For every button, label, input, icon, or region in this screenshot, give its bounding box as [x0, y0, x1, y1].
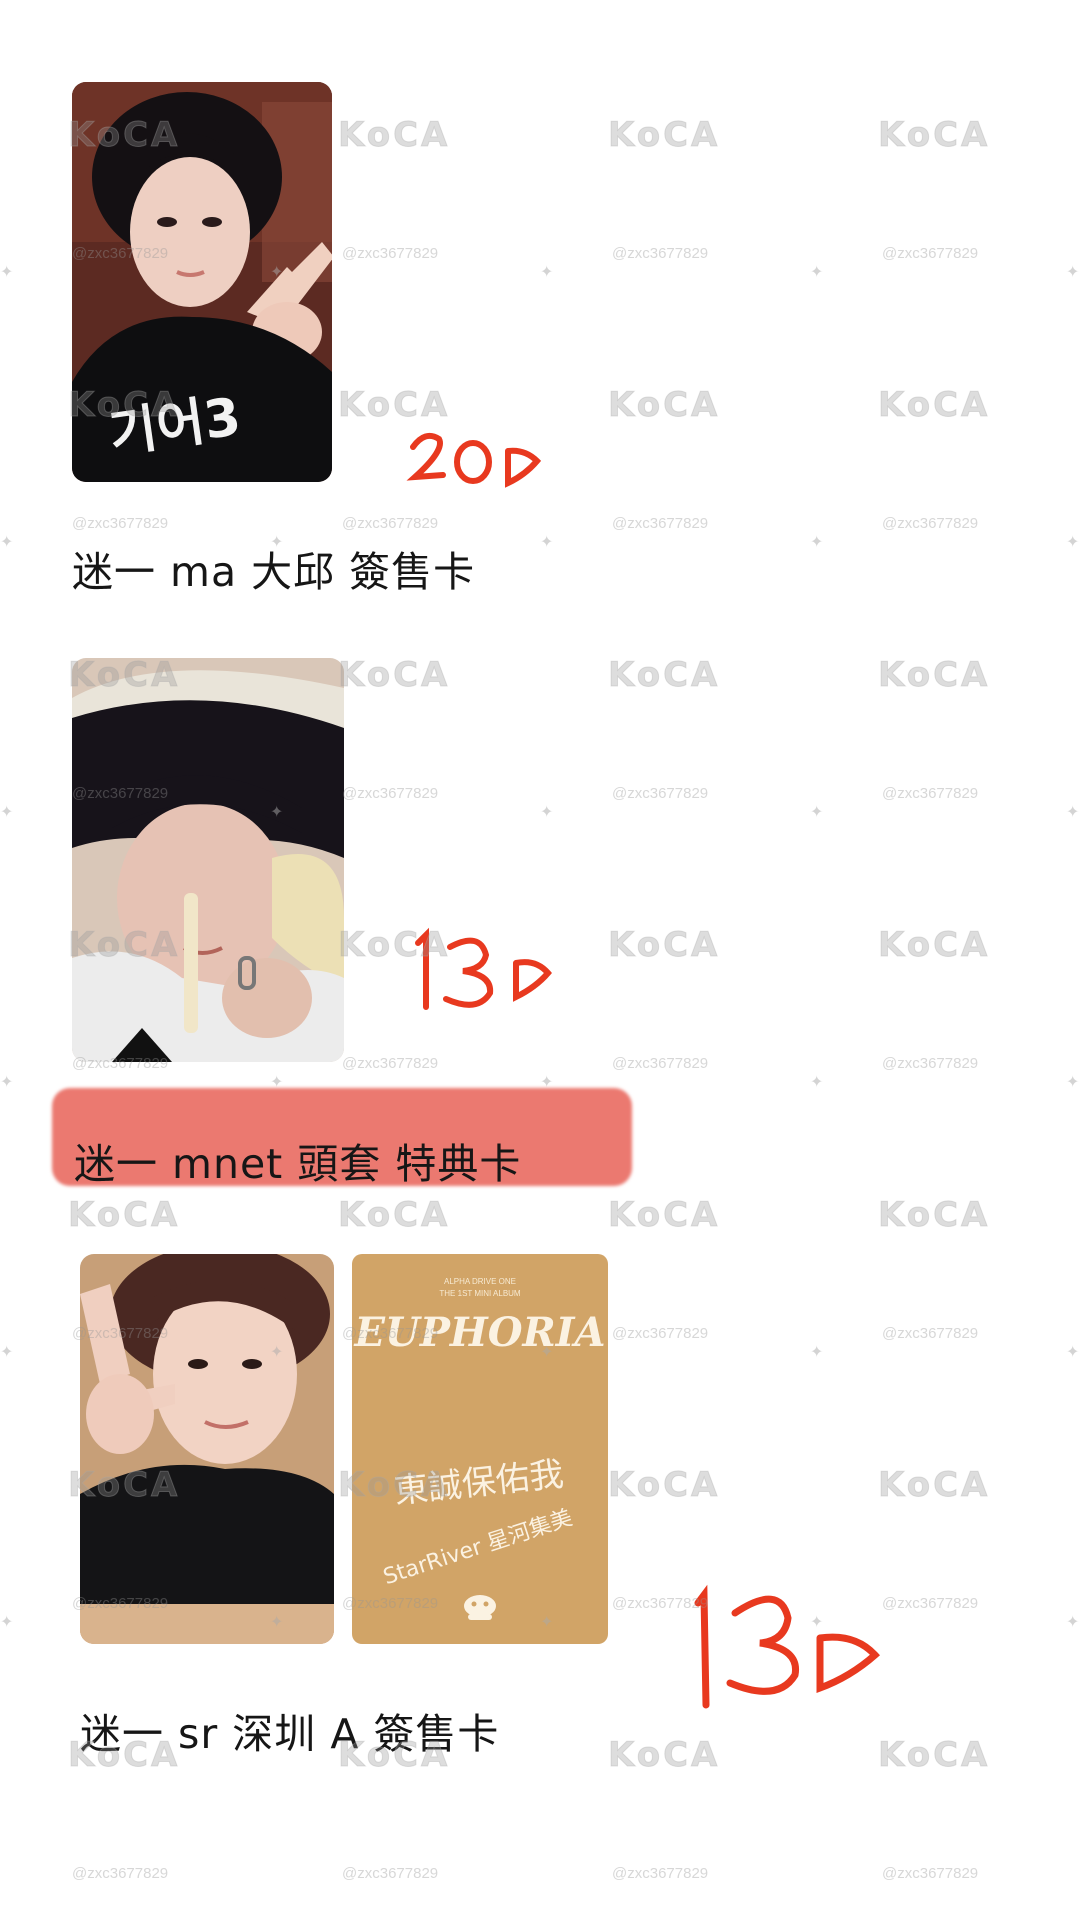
watermark-sparkle-icon: ✦ — [540, 532, 554, 551]
watermark-logo: KoCA — [337, 1195, 451, 1236]
card-back-header-2: THE 1ST MINI ALBUM — [439, 1289, 521, 1298]
watermark-username: @zxc3677829 — [612, 785, 709, 802]
watermark-sparkle-icon: ✦ — [0, 262, 14, 281]
watermark-sparkle-icon: ✦ — [1066, 532, 1080, 551]
watermark-logo: KoCA — [337, 655, 451, 696]
watermark-logo: KoCA — [877, 925, 991, 966]
watermark-username: @zxc3677829 — [72, 515, 169, 532]
watermark-username: @zxc3677829 — [342, 1055, 439, 1072]
watermark-logo: KoCA — [877, 1195, 991, 1236]
watermark-sparkle-icon: ✦ — [810, 262, 824, 281]
photocard-2-photo — [72, 658, 344, 1062]
watermark-username: @zxc3677829 — [612, 1325, 709, 1342]
watermark-sparkle-icon: ✦ — [810, 532, 824, 551]
watermark-logo: KoCA — [877, 1735, 991, 1776]
price-handwritten-3: 130 — [690, 1583, 890, 1713]
watermark-username: @zxc3677829 — [342, 245, 439, 262]
watermark-logo: KoCA — [877, 1465, 991, 1506]
watermark-logo: KoCA — [337, 115, 451, 156]
watermark-username: @zxc3677829 — [882, 785, 979, 802]
watermark-sparkle-icon: ✦ — [1066, 1072, 1080, 1091]
watermark-logo: KoCA — [607, 115, 721, 156]
watermark-sparkle-icon: ✦ — [1066, 1612, 1080, 1631]
watermark-username: @zxc3677829 — [342, 785, 439, 802]
watermark-logo: KoCA — [67, 1195, 181, 1236]
watermark-sparkle-icon: ✦ — [810, 802, 824, 821]
watermark-logo: KoCA — [877, 385, 991, 426]
watermark-logo: KoCA — [607, 925, 721, 966]
item-1-caption: 迷一 ma 大邱 簽售卡 — [72, 548, 476, 596]
watermark-logo: KoCA — [607, 1465, 721, 1506]
card-back-title: EUPHORIA — [353, 1309, 605, 1356]
watermark-logo: KoCA — [877, 655, 991, 696]
price-handwritten-2: 130 — [408, 925, 558, 1015]
watermark-username: @zxc3677829 — [342, 515, 439, 532]
watermark-username: @zxc3677829 — [612, 515, 709, 532]
watermark-sparkle-icon: ✦ — [0, 532, 14, 551]
watermark-logo: KoCA — [337, 385, 451, 426]
watermark-sparkle-icon: ✦ — [1066, 262, 1080, 281]
watermark-logo: KoCA — [607, 1195, 721, 1236]
watermark-username: @zxc3677829 — [882, 1865, 979, 1882]
watermark-sparkle-icon: ✦ — [540, 262, 554, 281]
card-back-header-1: ALPHA DRIVE ONE — [444, 1277, 516, 1286]
watermark-username: @zxc3677829 — [882, 245, 979, 262]
watermark-username: @zxc3677829 — [342, 1865, 439, 1882]
watermark-logo: KoCA — [607, 1735, 721, 1776]
watermark-sparkle-icon: ✦ — [0, 802, 14, 821]
watermark-username: @zxc3677829 — [882, 515, 979, 532]
watermark-sparkle-icon: ✦ — [0, 1612, 14, 1631]
watermark-username: @zxc3677829 — [72, 1865, 169, 1882]
watermark-sparkle-icon: ✦ — [1066, 802, 1080, 821]
watermark-sparkle-icon: ✦ — [810, 1072, 824, 1091]
watermark-username: @zxc3677829 — [612, 1865, 709, 1882]
watermark-username: @zxc3677829 — [612, 1055, 709, 1072]
photocard-3-back: ALPHA DRIVE ONE THE 1ST MINI ALBUM EUPHO… — [352, 1254, 608, 1644]
photocard-1-photo: 기어3 — [72, 82, 332, 482]
watermark-logo: KoCA — [607, 385, 721, 426]
watermark-sparkle-icon: ✦ — [540, 802, 554, 821]
watermark-username: @zxc3677829 — [882, 1055, 979, 1072]
watermark-logo: KoCA — [607, 655, 721, 696]
price-handwritten-1: 200 — [405, 425, 545, 495]
watermark-sparkle-icon: ✦ — [1066, 1342, 1080, 1361]
item-2-caption: 迷一 mnet 頭套 特典卡 — [74, 1140, 522, 1188]
watermark-username: @zxc3677829 — [882, 1325, 979, 1342]
watermark-username: @zxc3677829 — [612, 245, 709, 262]
watermark-sparkle-icon: ✦ — [0, 1342, 14, 1361]
watermark-logo: KoCA — [877, 115, 991, 156]
item-3-caption: 迷一 sr 深圳 A 簽售卡 — [80, 1710, 500, 1758]
watermark-sparkle-icon: ✦ — [810, 1342, 824, 1361]
photocard-3-photo — [80, 1254, 334, 1644]
watermark-sparkle-icon: ✦ — [0, 1072, 14, 1091]
card-back-mascot-icon — [464, 1595, 496, 1620]
watermark-username: @zxc3677829 — [882, 1595, 979, 1612]
